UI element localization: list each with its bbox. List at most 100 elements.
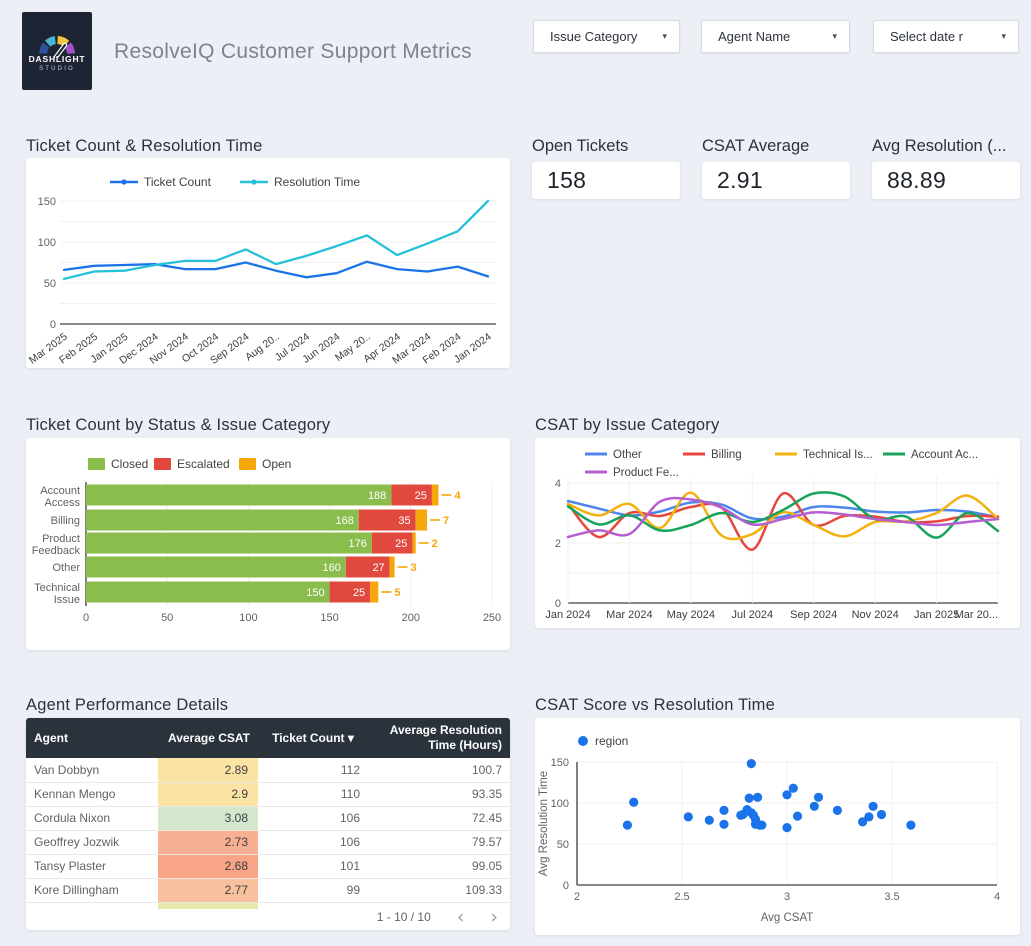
svg-text:50: 50 <box>557 839 569 851</box>
svg-text:2: 2 <box>432 538 438 550</box>
svg-text:160: 160 <box>322 562 340 574</box>
svg-text:100: 100 <box>551 798 569 810</box>
chevron-down-icon: ▾ <box>1001 31 1006 42</box>
svg-text:2: 2 <box>555 538 561 550</box>
cell-agent: Van Dobbyn <box>26 758 158 782</box>
cell-agent: Kennan Mengo <box>26 782 158 806</box>
category-label: Access <box>45 497 81 509</box>
kpi-avg-resolution-card: 88.89 <box>872 162 1020 199</box>
svg-text:25: 25 <box>415 490 427 502</box>
x-tick-label: Mar 20... <box>955 609 998 621</box>
x-tick-label: Jan 2025 <box>914 609 959 621</box>
cell-ticket-count: 112 <box>258 758 368 782</box>
cell-average-csat: 2.89 <box>158 758 258 782</box>
filter-date-range[interactable]: Select date r ▾ <box>873 20 1019 53</box>
svg-text:25: 25 <box>395 538 407 550</box>
table-title: Agent Performance Details <box>26 696 228 715</box>
scatter-canvas[interactable]: 22.533.54050100150Avg CSATAvg Resolution… <box>535 718 1020 940</box>
cell-average-csat: 2.73 <box>158 830 258 854</box>
logo-text-dashlight: DASHLIGHT <box>29 54 86 64</box>
bar-other: 160273 <box>86 557 417 578</box>
filter-agent-name[interactable]: Agent Name ▾ <box>701 20 850 53</box>
cell-avg-resolution: 99.05 <box>368 854 510 878</box>
svg-text:0: 0 <box>50 319 56 331</box>
csat-chart-card: 024Jan 2024Mar 2024May 2024Jul 2024Sep 2… <box>535 438 1020 628</box>
table-pagination: 1 - 10 / 10 ‹ › <box>377 904 498 930</box>
bar-chart-svg: 050100150200250188254AccountAccess168357… <box>26 438 510 650</box>
category-label: Billing <box>51 515 80 527</box>
dashlight-logo: DASHLIGHT STUDIO <box>22 12 92 90</box>
logo-text-studio: STUDIO <box>39 66 75 72</box>
cell-ticket-count: 106 <box>258 830 368 854</box>
svg-text:Open: Open <box>262 457 291 471</box>
csat-chart-canvas[interactable]: 024Jan 2024Mar 2024May 2024Jul 2024Sep 2… <box>535 438 1020 633</box>
cell-avg-resolution: 109.33 <box>368 878 510 902</box>
svg-text:188: 188 <box>368 490 386 502</box>
pagination-range-label: 1 - 10 / 10 <box>377 910 431 924</box>
scatter-card: 22.533.54050100150Avg CSATAvg Resolution… <box>535 718 1020 935</box>
svg-text:200: 200 <box>402 612 420 624</box>
bar-account-access: 188254 <box>86 485 461 506</box>
pagination-next-icon[interactable]: › <box>490 906 498 928</box>
svg-text:168: 168 <box>335 515 353 527</box>
y-grid: 050100150 <box>38 196 496 331</box>
series-line-1 <box>64 201 488 279</box>
svg-text:150: 150 <box>306 587 324 599</box>
table-row: Geoffrey Jozwik2.7310679.57 <box>26 830 510 854</box>
kpi-open-tickets-label: Open Tickets <box>532 137 682 156</box>
scatter-points <box>623 759 916 832</box>
svg-text:0: 0 <box>83 612 89 624</box>
bar-chart-canvas[interactable]: 050100150200250188254AccountAccess168357… <box>26 438 510 655</box>
cell-ticket-count: 99 <box>258 878 368 902</box>
svg-text:0: 0 <box>563 880 569 892</box>
col-header-ticket-count[interactable]: Ticket Count ▾ <box>258 718 368 758</box>
svg-text:35: 35 <box>398 515 410 527</box>
line-chart-title: Ticket Count & Resolution Time <box>26 137 262 156</box>
filter-issue-category[interactable]: Issue Category ▾ <box>533 20 680 53</box>
svg-text:region: region <box>595 734 628 748</box>
cell-ticket-count: 101 <box>258 854 368 878</box>
col-header-agent[interactable]: Agent <box>26 718 158 758</box>
cell-avg-resolution: 100.7 <box>368 758 510 782</box>
svg-text:4: 4 <box>994 891 1000 903</box>
kpi-avg-resolution-value: 88.89 <box>872 162 1020 199</box>
bar-technical-issue: 150255 <box>86 582 400 603</box>
chevron-down-icon: ▾ <box>662 31 667 42</box>
bar-legend: ClosedEscalatedOpen <box>88 457 291 471</box>
svg-text:7: 7 <box>443 515 449 527</box>
category-label: Feedback <box>32 545 81 557</box>
bar-chart-card: 050100150200250188254AccountAccess168357… <box>26 438 510 650</box>
cell-average-csat: 2.77 <box>158 878 258 902</box>
pagination-prev-icon[interactable]: ‹ <box>457 906 465 928</box>
x-tick-label: May 2024 <box>667 609 715 621</box>
svg-text:Escalated: Escalated <box>177 457 230 471</box>
cell-ticket-count: 110 <box>258 782 368 806</box>
chevron-down-icon: ▾ <box>832 31 837 42</box>
x-tick-label: Mar 2024 <box>606 609 652 621</box>
csat-chart-svg: 024Jan 2024Mar 2024May 2024Jul 2024Sep 2… <box>535 438 1020 628</box>
page-title: ResolveIQ Customer Support Metrics <box>114 40 472 64</box>
cell-agent: Kore Dillingham <box>26 878 158 902</box>
category-label: Product <box>42 533 80 545</box>
table-row: Cordula Nixon3.0810672.45 <box>26 806 510 830</box>
kpi-csat-average-card: 2.91 <box>702 162 850 199</box>
col-header-average-csat[interactable]: Average CSAT <box>158 718 258 758</box>
x-axis-title: Avg CSAT <box>761 912 814 924</box>
col-header-avg-resolution-time[interactable]: Average Resolution Time (Hours) <box>368 718 510 758</box>
scatter-title: CSAT Score vs Resolution Time <box>535 696 775 715</box>
svg-text:27: 27 <box>372 562 384 574</box>
filter-agent-name-label: Agent Name <box>718 29 790 44</box>
line-chart-svg: 050100150Mar 2025Feb 2025Jan 2025Dec 202… <box>26 158 510 368</box>
svg-text:Other: Other <box>613 449 642 461</box>
table-row: Tansy Plaster2.6810199.05 <box>26 854 510 878</box>
agent-table-card: Agent Average CSAT Ticket Count ▾ Averag… <box>26 718 510 930</box>
svg-text:Ticket Count: Ticket Count <box>144 175 212 189</box>
legend-item: Billing <box>683 449 742 461</box>
svg-text:Account Ac...: Account Ac... <box>911 449 978 461</box>
legend-item: Product Fe... <box>585 467 679 479</box>
category-label: Account <box>40 485 80 497</box>
kpi-open-tickets-value: 158 <box>532 162 680 199</box>
csat-chart-title: CSAT by Issue Category <box>535 416 719 435</box>
series-line-1 <box>568 493 998 550</box>
line-chart-canvas[interactable]: 050100150Mar 2025Feb 2025Jan 2025Dec 202… <box>26 158 510 373</box>
